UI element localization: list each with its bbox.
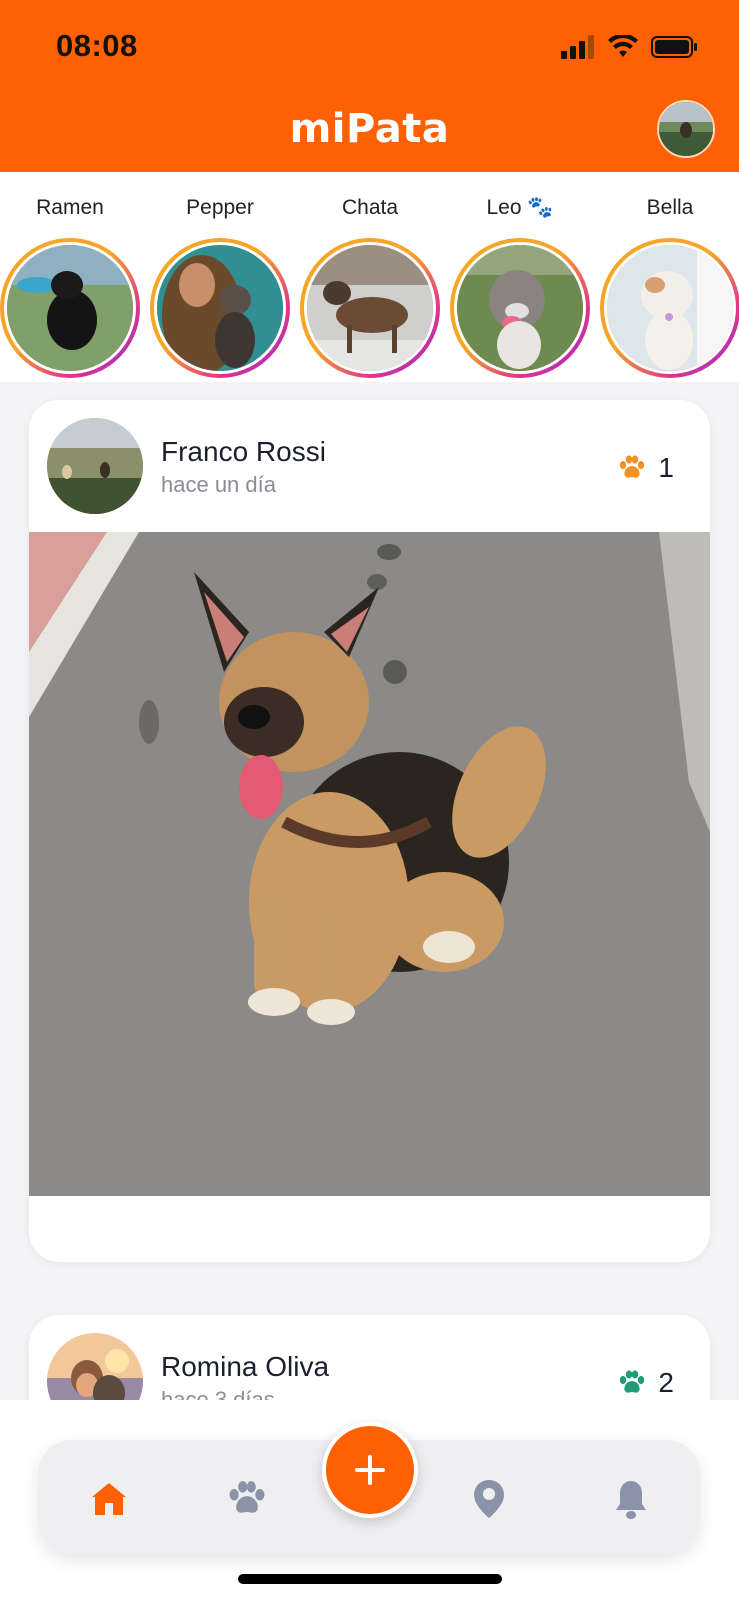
story-leo[interactable]: Leo 🐾 [450,172,590,382]
add-post-button[interactable] [322,1422,418,1518]
signal-icon [561,35,594,59]
story-ring [300,238,440,378]
story-photo [304,242,436,374]
paw-reaction[interactable]: 1 [618,452,674,484]
story-name: Pepper [186,196,254,219]
story-ramen[interactable]: Ramen [0,172,140,382]
post-card[interactable]: Franco Rossi hace un día 1 [29,400,710,1262]
story-name: Leo 🐾 [486,196,554,219]
nav-notifications[interactable] [606,1474,656,1524]
paw-count: 2 [658,1367,674,1398]
app-header: 08:08 miPata [0,0,739,172]
story-ring [450,238,590,378]
nav-pets[interactable] [222,1474,272,1524]
status-icons [561,30,699,64]
paw-icon [620,455,645,478]
story-bella[interactable]: Bella [600,172,739,382]
battery-icon [651,36,697,58]
home-indicator [238,1574,502,1584]
author-name[interactable]: Romina Oliva [161,1351,329,1383]
story-name: Chata [341,196,399,219]
story-pepper[interactable]: Pepper [150,172,290,382]
profile-avatar[interactable] [657,100,715,158]
story-name: Bella [646,196,694,219]
app-logo: miPata [289,106,450,152]
paw-reaction[interactable]: 2 [618,1367,674,1399]
paw-count: 1 [658,452,674,483]
story-photo [604,242,736,374]
story-ring [0,238,140,378]
paw-icon [229,1481,265,1513]
story-chata[interactable]: Chata [300,172,440,382]
story-photo [154,242,286,374]
story-photo [454,242,586,374]
post-photo[interactable] [29,532,710,1196]
post-time: hace un día [161,472,276,497]
stories-strip: Ramen Pepper Chata Leo 🐾 Bella [0,172,739,382]
story-ring [600,238,739,378]
bell-icon [616,1481,646,1519]
nav-location[interactable] [464,1474,514,1524]
story-photo [4,242,136,374]
author-name[interactable]: Franco Rossi [161,436,326,468]
paw-icon [620,1370,645,1393]
story-ring [150,238,290,378]
wifi-icon [608,35,638,57]
plus-icon [355,1455,385,1485]
location-icon [474,1480,504,1518]
home-icon [92,1483,126,1515]
author-avatar[interactable] [47,418,143,514]
status-time: 08:08 [56,28,138,63]
story-name: Ramen [36,196,104,219]
nav-home[interactable] [84,1474,134,1524]
